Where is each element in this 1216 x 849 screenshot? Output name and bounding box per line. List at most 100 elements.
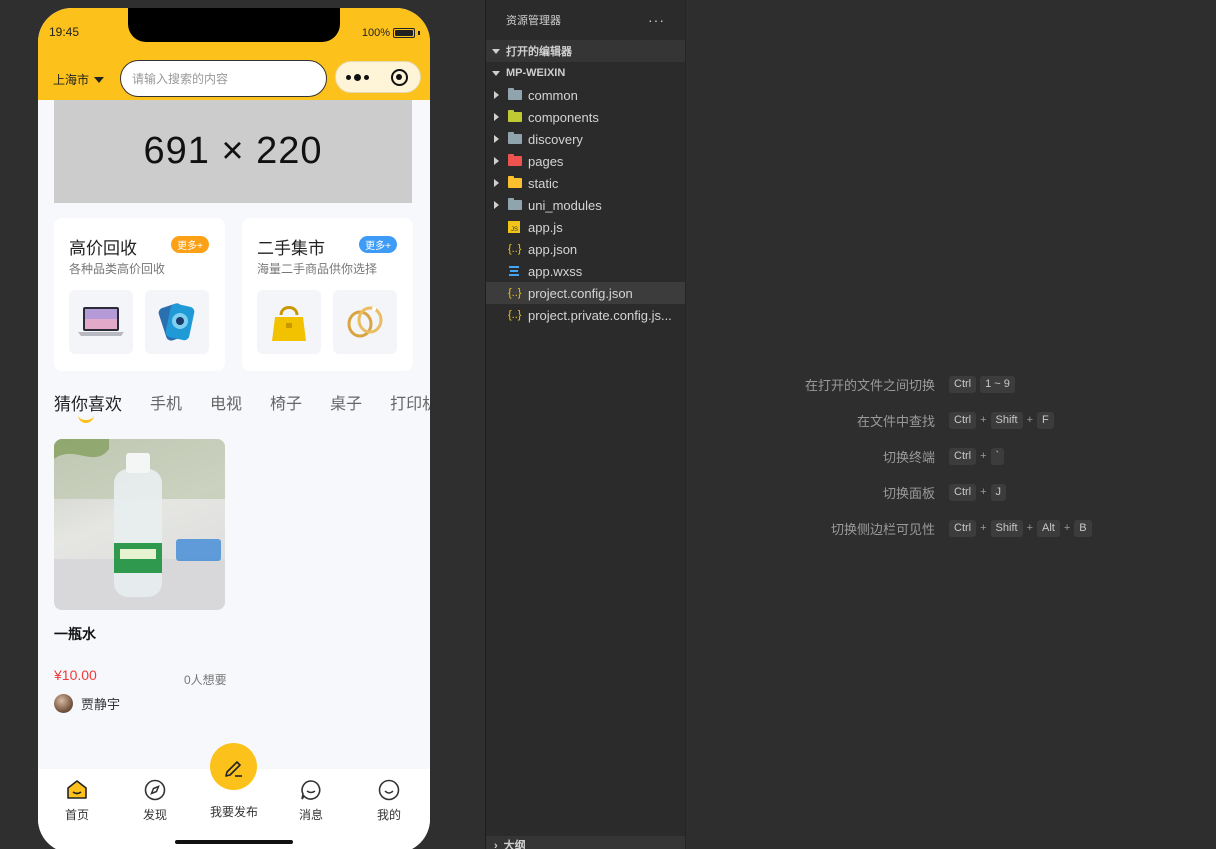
city-label: 上海市 (53, 73, 90, 87)
folder-label: discovery (528, 131, 583, 147)
status-battery: 100% (362, 27, 420, 39)
key-cap: F (1037, 411, 1054, 429)
folder-common[interactable]: common (486, 84, 685, 106)
shortcut-row: 在打开的文件之间切换 Ctrl 1 ~ 9 (686, 373, 1216, 395)
svg-text:JS: JS (511, 227, 518, 233)
product-title[interactable]: 一瓶水 (54, 624, 96, 644)
shortcut-keys: Ctrl + Shift + Alt + B (949, 519, 1092, 537)
close-target-icon[interactable] (378, 68, 420, 86)
folder-icon (508, 132, 522, 144)
static-folder-icon (508, 176, 522, 188)
file-label: app.js (528, 219, 563, 235)
seller-name: 贾静宇 (81, 697, 121, 712)
folder-components[interactable]: components (486, 106, 685, 128)
shortcut-row: 切换终端 Ctrl + ` (686, 445, 1216, 467)
product-image[interactable] (54, 439, 225, 610)
miniprogram-capsule (335, 61, 421, 93)
rings-image[interactable] (333, 290, 397, 354)
key-cap: Ctrl (949, 411, 977, 429)
card-subtitle: 海量二手商品供你选择 (257, 262, 378, 276)
file-project-private-config-json[interactable]: {..} project.private.config.js... (486, 304, 685, 326)
compass-icon (144, 779, 166, 801)
devtools-window: 19:45 100% 上海市 请输入搜索的内容 691 × 220 高价回收 更… (0, 0, 1216, 849)
key-cap: Alt (1037, 519, 1060, 537)
banner-text: 691 × 220 (143, 130, 323, 172)
phone-frame: 19:45 100% 上海市 请输入搜索的内容 691 × 220 高价回收 更… (38, 8, 430, 849)
chevron-down-icon (492, 70, 500, 76)
tabbar-item-discover[interactable]: 发现 (125, 777, 185, 823)
key-cap: Shift (990, 519, 1023, 537)
market-card[interactable]: 二手集市 更多+ 海量二手商品供你选择 (242, 218, 413, 371)
shortcut-row: 在文件中查找 Ctrl + Shift + F (686, 409, 1216, 431)
tab-label: 我的 (376, 808, 401, 822)
avatar (54, 694, 73, 713)
more-button[interactable]: 更多+ (171, 236, 209, 253)
js-icon: JS (508, 221, 520, 233)
recycle-card[interactable]: 高价回收 更多+ 各种品类高价回收 (54, 218, 225, 371)
chevron-right-icon (494, 91, 499, 99)
folder-label: common (528, 87, 578, 103)
status-time: 19:45 (49, 25, 80, 39)
file-project-config-json[interactable]: {..} project.config.json (486, 282, 685, 304)
tabbar-item-messages[interactable]: 消息 (281, 777, 341, 823)
tab-printer[interactable]: 打印机 (390, 390, 430, 415)
json-icon: {..} (508, 287, 522, 299)
explorer-panel: 资源管理器 ··· 打开的编辑器 MP-WEIXIN common compon… (486, 0, 685, 849)
folder-icon (508, 198, 522, 210)
search-placeholder: 请输入搜索的内容 (132, 72, 229, 86)
file-app-json[interactable]: {..} app.json (486, 238, 685, 260)
tab-phone[interactable]: 手机 (150, 390, 182, 415)
chevron-right-icon (494, 201, 499, 209)
laptop-image[interactable] (69, 290, 133, 354)
more-dots-icon[interactable] (336, 73, 378, 81)
chevron-right-icon (494, 113, 499, 121)
shortcut-keys: Ctrl 1 ~ 9 (949, 375, 1015, 393)
section-label: MP-WEIXIN (506, 67, 566, 79)
caret-down-icon (94, 76, 105, 83)
key-cap: Ctrl (949, 519, 977, 537)
phone-image[interactable] (145, 290, 209, 354)
home-indicator (175, 840, 293, 844)
battery-icon (393, 28, 415, 38)
publish-button[interactable] (210, 743, 257, 790)
chevron-right-icon (494, 157, 499, 165)
key-cap: Ctrl (949, 447, 977, 465)
explorer-header: 资源管理器 ··· (486, 0, 685, 40)
folder-label: components (528, 109, 599, 125)
chevron-down-icon (492, 48, 500, 54)
simulator-panel: 19:45 100% 上海市 请输入搜索的内容 691 × 220 高价回收 更… (0, 0, 485, 849)
search-input[interactable]: 请输入搜索的内容 (120, 60, 327, 97)
tabbar-item-home[interactable]: 首页 (47, 777, 107, 823)
shortcut-keys: Ctrl + Shift + F (949, 411, 1054, 429)
handbag-image[interactable] (257, 290, 321, 354)
shortcut-label: 在打开的文件之间切换 (804, 377, 935, 393)
explorer-title: 资源管理器 (506, 15, 561, 27)
tab-chair[interactable]: 椅子 (270, 390, 302, 415)
seller-info[interactable]: 贾静宇 (54, 694, 120, 713)
tabbar-item-me[interactable]: 我的 (359, 777, 419, 823)
key-cap: Ctrl (949, 375, 977, 393)
file-app-wxss[interactable]: app.wxss (486, 260, 685, 282)
section-project[interactable]: MP-WEIXIN (486, 62, 685, 84)
css-icon (509, 266, 519, 276)
publish-label[interactable]: 我要发布 (204, 803, 264, 820)
tab-tv[interactable]: 电视 (210, 390, 242, 415)
tab-recommend[interactable]: 猜你喜欢 (54, 390, 122, 423)
city-selector[interactable]: 上海市 (53, 71, 105, 88)
file-app-js[interactable]: JS app.js (486, 216, 685, 238)
folder-pages[interactable]: pages (486, 150, 685, 172)
more-actions-icon[interactable]: ··· (648, 12, 665, 28)
section-outline[interactable]: › 大纲 (486, 836, 685, 849)
card-subtitle: 各种品类高价回收 (69, 262, 166, 276)
folder-discovery[interactable]: discovery (486, 128, 685, 150)
file-label: app.json (528, 241, 578, 257)
section-open-editors[interactable]: 打开的编辑器 (486, 40, 685, 62)
tab-label: 发现 (142, 808, 167, 822)
folder-static[interactable]: static (486, 172, 685, 194)
chevron-right-icon (494, 179, 499, 187)
folder-uni-modules[interactable]: uni_modules (486, 194, 685, 216)
more-button[interactable]: 更多+ (359, 236, 397, 253)
tab-desk[interactable]: 桌子 (330, 390, 362, 415)
banner-placeholder[interactable]: 691 × 220 (54, 100, 412, 203)
pencil-icon (224, 760, 242, 777)
